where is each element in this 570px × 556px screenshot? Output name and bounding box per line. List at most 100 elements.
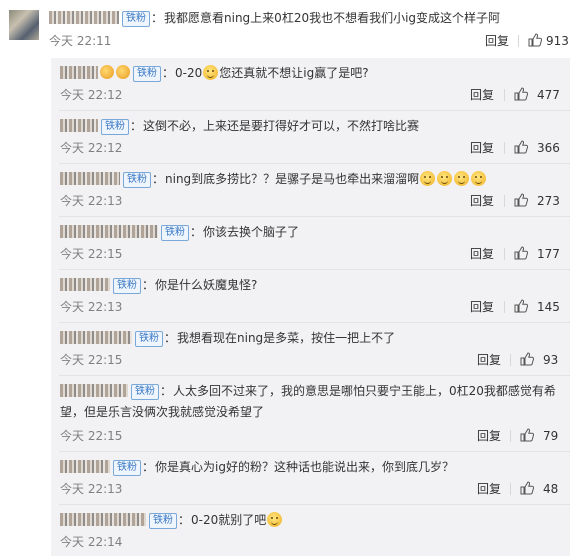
reply-item: 铁粉 ：人太多回不过来了，我的意思是哪怕只要宁王能上，0杠20我都感觉有希 望，但… <box>51 376 570 452</box>
reply-line: 铁粉 ：人太多回不过来了，我的意思是哪怕只要宁王能上，0杠20我都感觉有希 <box>60 383 556 400</box>
reply-line: 铁粉 ：ning到底多捞比？？是骡子是马也牵出来溜溜啊 <box>60 171 487 188</box>
reply-item: 铁粉 ：我想看现在ning是多菜，按住一把上不了 今天 22:15 回复 93 <box>51 323 570 376</box>
reply-text: 0-20 <box>175 66 203 80</box>
username[interactable] <box>60 460 110 473</box>
divider <box>504 301 505 313</box>
reply-button[interactable]: 回复 <box>477 353 501 367</box>
divider <box>510 483 511 495</box>
timestamp: 今天 22:15 <box>60 429 123 443</box>
fan-badge: 铁粉 <box>113 278 141 294</box>
timestamp: 今天 22:13 <box>60 194 123 208</box>
fan-badge: 铁粉 <box>123 172 151 188</box>
like-icon[interactable] <box>514 246 528 260</box>
reply-item: 铁粉 ：你该去换个脑子了 今天 22:15 回复 177 <box>51 217 570 270</box>
like-icon[interactable] <box>520 428 534 442</box>
divider <box>504 142 505 154</box>
divider <box>504 89 505 101</box>
timestamp: 今天 22:15 <box>60 353 123 367</box>
reply-button[interactable]: 回复 <box>470 88 494 102</box>
like-count: 913 <box>546 34 569 48</box>
reply-line: 铁粉 ：我想看现在ning是多菜，按住一把上不了 <box>60 330 395 347</box>
reply-line: 铁粉 ：这倒不必，上来还是要打得好才可以，不然打啥比赛 <box>60 118 419 135</box>
emoji-icon <box>471 171 487 186</box>
username[interactable] <box>60 513 146 526</box>
like-count: 48 <box>543 482 559 496</box>
reply-text: 你该去换个脑子了 <box>203 225 300 239</box>
reply-text: ning到底多捞比？？是骡子是马也牵出来溜溜啊 <box>165 172 420 186</box>
divider <box>510 354 511 366</box>
reply-item: 铁粉 ：这倒不必，上来还是要打得好才可以，不然打啥比赛 今天 22:12 回复 3… <box>51 111 570 164</box>
reply-text: 你是什么妖魔鬼怪? <box>155 278 258 292</box>
emoji-icon <box>420 171 436 186</box>
reply-text: 你是真心为ig好的粉？这种话也能说出来，你到底几岁？ <box>155 460 454 474</box>
like-count: 145 <box>537 300 560 314</box>
like-icon[interactable] <box>514 299 528 313</box>
reply-line: 铁粉 ：0-20就别了吧 <box>60 512 283 529</box>
timestamp: 今天 22:13 <box>60 482 123 496</box>
like-count: 273 <box>537 194 560 208</box>
fan-badge: 铁粉 <box>101 119 129 135</box>
fan-badge: 铁粉 <box>122 11 150 27</box>
reply-text: 我想看现在ning是多菜，按住一把上不了 <box>177 331 396 345</box>
like-icon[interactable] <box>514 193 528 207</box>
emoji-icon <box>267 512 283 527</box>
timestamp: 今天 22:13 <box>60 300 123 314</box>
fan-badge: 铁粉 <box>135 331 163 347</box>
reply-text: 人太多回不过来了，我的意思是哪怕只要宁王能上，0杠20我都感觉有希 <box>173 384 556 398</box>
username[interactable] <box>60 278 110 291</box>
divider <box>510 430 511 442</box>
username[interactable] <box>60 66 98 79</box>
timestamp: 今天 22:12 <box>60 88 123 102</box>
username[interactable] <box>60 119 98 132</box>
reply-button[interactable]: 回复 <box>470 300 494 314</box>
reply-text: 望，但是乐言没俩次我就感觉没希望了 <box>60 405 265 419</box>
username[interactable] <box>60 331 132 344</box>
reply-item: 铁粉 ：你是真心为ig好的粉？这种话也能说出来，你到底几岁？ 今天 22:13 回… <box>51 452 570 505</box>
reply-button[interactable]: 回复 <box>485 34 509 48</box>
username[interactable] <box>60 384 128 397</box>
like-count: 477 <box>537 88 560 102</box>
comment-text: 我都愿意看ning上来0杠20我也不想看我们小ig变成这个样子阿 <box>164 11 501 25</box>
reply-text: 这倒不必，上来还是要打得好才可以，不然打啥比赛 <box>143 119 420 133</box>
reply-item: 铁粉 ：0-20 您还真就不想让ig赢了是吧? 今天 22:12 回复 477 <box>51 58 570 111</box>
fan-badge: 铁粉 <box>149 513 177 529</box>
like-icon[interactable] <box>520 481 534 495</box>
username[interactable] <box>60 172 120 185</box>
emoji-icon <box>437 171 453 186</box>
reply-button[interactable]: 回复 <box>470 141 494 155</box>
main-comment: 铁粉 ：我都愿意看ning上来0杠20我也不想看我们小ig变成这个样子阿 今天 2… <box>0 0 570 58</box>
like-count: 366 <box>537 141 560 155</box>
avatar[interactable] <box>9 10 39 40</box>
reply-button[interactable]: 回复 <box>470 194 494 208</box>
reply-button[interactable]: 回复 <box>477 429 501 443</box>
like-icon[interactable] <box>520 352 534 366</box>
like-icon[interactable] <box>514 140 528 154</box>
username[interactable] <box>49 11 119 24</box>
fan-badge: 铁粉 <box>113 460 141 476</box>
reply-button[interactable]: 回复 <box>477 482 501 496</box>
timestamp: 今天 22:14 <box>60 535 123 549</box>
main-comment-line: 铁粉 ：我都愿意看ning上来0杠20我也不想看我们小ig变成这个样子阿 <box>49 10 500 27</box>
fan-badge: 铁粉 <box>131 384 159 400</box>
like-icon[interactable] <box>514 87 528 101</box>
divider <box>504 195 505 207</box>
divider <box>504 248 505 260</box>
fan-badge: 铁粉 <box>133 66 161 82</box>
reply-line: 铁粉 ：你该去换个脑子了 <box>60 224 299 241</box>
username[interactable] <box>60 225 158 238</box>
replies-panel: 铁粉 ：0-20 您还真就不想让ig赢了是吧? 今天 22:12 回复 477 铁粉… <box>51 58 570 556</box>
reply-button[interactable]: 回复 <box>470 247 494 261</box>
timestamp: 今天 22:11 <box>49 34 112 48</box>
like-count: 79 <box>543 429 559 443</box>
reply-text: 0-20就别了吧 <box>191 513 267 527</box>
timestamp: 今天 22:15 <box>60 247 123 261</box>
reply-line-2: 望，但是乐言没俩次我就感觉没希望了 <box>60 404 264 420</box>
timestamp: 今天 22:12 <box>60 141 123 155</box>
medal-icon <box>100 65 114 79</box>
reply-item: 铁粉 ：ning到底多捞比？？是骡子是马也牵出来溜溜啊 今天 22:13 回复 2… <box>51 164 570 217</box>
like-count: 177 <box>537 247 560 261</box>
fan-badge: 铁粉 <box>161 225 189 241</box>
reply-text-2: 您还真就不想让ig赢了是吧? <box>219 66 369 80</box>
like-icon[interactable] <box>528 33 542 47</box>
reply-line: 铁粉 ：你是什么妖魔鬼怪? <box>60 277 257 294</box>
